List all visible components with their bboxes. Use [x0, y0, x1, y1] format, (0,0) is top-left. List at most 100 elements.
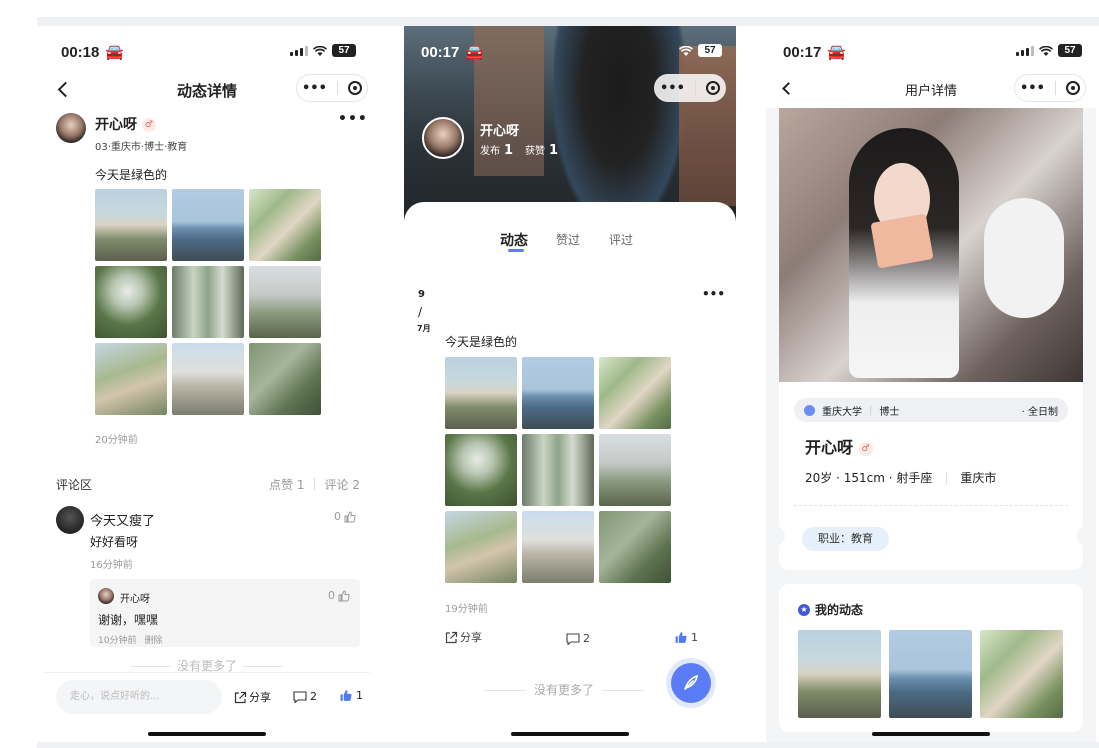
reply-author[interactable]: 开心呀 — [120, 590, 150, 605]
comment-button[interactable]: 2 — [566, 632, 590, 645]
share-icon — [234, 691, 247, 703]
author-name[interactable]: 开心呀 ♂ — [95, 114, 156, 134]
car-icon: 🚘 — [105, 44, 125, 61]
delete-link[interactable]: 删除 — [144, 633, 162, 646]
post-image[interactable] — [522, 511, 594, 583]
profile-name: 开心呀 — [480, 124, 520, 139]
profile-photo[interactable] — [779, 108, 1083, 382]
battery-icon: 57 — [1058, 44, 1082, 57]
more-icon[interactable]: ••• — [338, 111, 368, 127]
post-image[interactable] — [95, 189, 167, 261]
post-image[interactable] — [95, 343, 167, 415]
reply-text: 谢谢，嘿嘿 — [98, 613, 159, 627]
post-time: 20分钟前 — [95, 435, 138, 446]
post-image[interactable] — [445, 434, 517, 506]
post-image[interactable] — [172, 343, 244, 415]
post-image[interactable] — [172, 189, 244, 261]
like-button[interactable]: 1 — [339, 689, 363, 702]
battery-icon: 57 — [698, 44, 722, 57]
commenter-avatar[interactable] — [56, 506, 84, 534]
post-image[interactable] — [599, 434, 671, 506]
share-button[interactable]: 分享 — [234, 689, 271, 705]
share-button[interactable]: 分享 — [445, 629, 482, 645]
status-time: 00:17 — [783, 43, 822, 61]
date-separator: / — [418, 305, 423, 319]
compose-button[interactable] — [666, 658, 716, 708]
comment-button[interactable]: 2 — [293, 690, 317, 703]
tab-commented[interactable]: 评过 — [609, 231, 633, 248]
liked-label: 获赞 — [525, 146, 546, 157]
reply-like-button[interactable]: 0 — [328, 589, 350, 602]
tab-posts[interactable]: 动态 — [500, 230, 528, 250]
post-image[interactable] — [249, 189, 321, 261]
post-image[interactable] — [522, 357, 594, 429]
likes-stat[interactable]: 点赞 1 — [269, 476, 304, 493]
signal-icon — [1016, 45, 1034, 56]
comment-input[interactable]: 走心，说点好听的... — [56, 680, 222, 714]
reply-avatar[interactable] — [98, 588, 114, 604]
comment-text: 好好看呀 — [90, 535, 139, 549]
close-target-icon[interactable] — [705, 81, 720, 95]
user-detail-screen: 00:17 🚘 57 用户详情 ••• 重庆大学 | 博士 · 全日制 开心呀 ♂… — [766, 26, 1096, 742]
commenter-name[interactable]: 今天又瘦了 — [90, 510, 155, 529]
car-icon: 🚘 — [465, 44, 485, 61]
post-image[interactable] — [445, 357, 517, 429]
post-image[interactable] — [599, 357, 671, 429]
comment-like-button[interactable]: 0 — [334, 510, 356, 523]
study-mode: · 全日制 — [1021, 406, 1058, 418]
home-indicator — [511, 732, 629, 736]
more-icon[interactable]: ••• — [1020, 81, 1045, 96]
thumb-up-filled-icon — [675, 632, 687, 643]
no-more-text: 没有更多了 — [484, 681, 645, 698]
my-post-thumbnail[interactable] — [798, 630, 881, 718]
avatar[interactable] — [56, 113, 86, 143]
degree: 博士 — [879, 406, 900, 418]
post-image[interactable] — [522, 434, 594, 506]
card-shape — [870, 213, 934, 269]
post-image[interactable] — [445, 511, 517, 583]
date-day: 9 — [418, 289, 425, 300]
close-target-icon[interactable] — [1065, 81, 1080, 95]
home-indicator — [148, 732, 266, 736]
share-icon — [445, 631, 458, 643]
profile-stats: 发布 1 获赞 1 — [480, 142, 558, 158]
thumb-up-icon — [344, 510, 356, 522]
user-name: 开心呀 ♂ — [805, 434, 873, 458]
comment-icon — [293, 690, 307, 703]
wifi-icon — [313, 45, 327, 56]
signal-icon — [290, 45, 308, 56]
close-target-icon[interactable] — [347, 81, 362, 95]
post-image[interactable] — [599, 511, 671, 583]
post-image[interactable] — [172, 266, 244, 338]
more-icon[interactable]: ••• — [660, 81, 685, 96]
mini-program-capsule[interactable]: ••• — [654, 74, 726, 102]
post-image[interactable] — [249, 343, 321, 415]
job-tag: 职业：教育 — [802, 527, 889, 551]
mini-program-capsule[interactable]: ••• — [1014, 74, 1086, 102]
post-image[interactable] — [249, 266, 321, 338]
profile-avatar[interactable] — [422, 117, 464, 159]
tab-liked[interactable]: 赞过 — [556, 231, 580, 248]
post-detail-screen: 00:18 🚘 57 动态详情 ••• 开心呀 ♂ 03·重庆市·博士·教育 ••… — [44, 26, 370, 742]
battery-icon: 57 — [332, 44, 356, 57]
comment-icon — [566, 632, 580, 645]
thumb-up-filled-icon — [340, 690, 352, 701]
mini-program-capsule[interactable]: ••• — [296, 74, 368, 102]
liked-count: 1 — [549, 143, 559, 158]
post-time: 19分钟前 — [445, 604, 488, 615]
my-posts-title: ★ 我的动态 — [798, 601, 863, 618]
my-post-thumbnail[interactable] — [980, 630, 1063, 718]
publish-count: 1 — [504, 143, 514, 158]
status-bar: 00:17 🚘 57 — [766, 26, 1096, 76]
comments-stat[interactable]: 评论 2 — [325, 476, 360, 493]
comments-stats: 点赞 1 | 评论 2 — [269, 476, 360, 493]
more-icon[interactable]: ••• — [702, 287, 725, 301]
more-icon[interactable]: ••• — [302, 81, 327, 96]
user-city: 重庆市 — [960, 471, 997, 485]
status-bar: 00:18 🚘 57 — [44, 26, 370, 76]
post-image[interactable] — [95, 266, 167, 338]
like-button[interactable]: 1 — [674, 631, 698, 644]
bottom-divider — [37, 742, 1099, 748]
my-post-thumbnail[interactable] — [889, 630, 972, 718]
dog-shape — [984, 198, 1064, 318]
